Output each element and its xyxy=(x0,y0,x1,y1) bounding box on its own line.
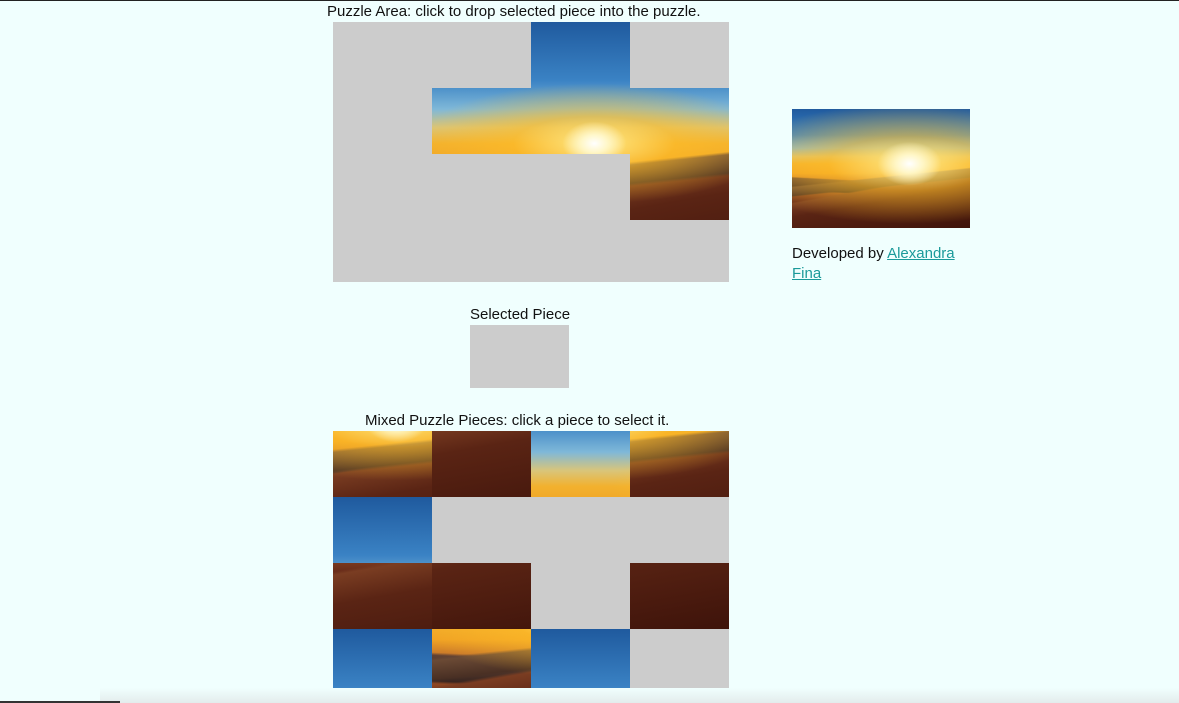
puzzle-cell[interactable] xyxy=(432,154,531,220)
puzzle-cell[interactable] xyxy=(630,220,729,282)
empty-tray-slot xyxy=(531,497,630,563)
puzzle-area[interactable] xyxy=(333,22,729,282)
puzzle-cell[interactable] xyxy=(531,154,630,220)
puzzle-cell[interactable] xyxy=(333,154,432,220)
mixed-piece[interactable] xyxy=(432,563,531,629)
puzzle-cell[interactable] xyxy=(531,220,630,282)
puzzle-cell[interactable] xyxy=(531,88,630,154)
empty-tray-slot xyxy=(630,629,729,695)
credit-prefix: Developed by xyxy=(792,245,888,262)
selected-piece-slot[interactable] xyxy=(470,325,569,388)
puzzle-cell[interactable] xyxy=(630,88,729,154)
puzzle-cell[interactable] xyxy=(630,22,729,88)
puzzle-cell[interactable] xyxy=(531,22,630,88)
mixed-piece[interactable] xyxy=(333,431,432,497)
empty-tray-slot xyxy=(531,563,630,629)
puzzle-cell[interactable] xyxy=(630,154,729,220)
mixed-pieces-label: Mixed Puzzle Pieces: click a piece to se… xyxy=(365,412,670,429)
mixed-piece[interactable] xyxy=(630,431,729,497)
puzzle-cell[interactable] xyxy=(333,88,432,154)
mixed-pieces-tray xyxy=(333,431,729,695)
puzzle-cell[interactable] xyxy=(333,22,432,88)
mixed-piece[interactable] xyxy=(333,629,432,695)
empty-tray-slot xyxy=(432,497,531,563)
selected-piece-label: Selected Piece xyxy=(470,306,571,323)
puzzle-cell[interactable] xyxy=(333,220,432,282)
mixed-piece[interactable] xyxy=(333,563,432,629)
mixed-piece[interactable] xyxy=(432,629,531,695)
mixed-piece[interactable] xyxy=(630,563,729,629)
credit: Developed by Alexandra Fina xyxy=(792,244,982,284)
mixed-piece[interactable] xyxy=(531,629,630,695)
bottom-shadow xyxy=(100,688,1179,703)
top-border xyxy=(0,0,1179,1)
puzzle-cell[interactable] xyxy=(432,22,531,88)
puzzle-cell[interactable] xyxy=(432,88,531,154)
puzzle-cell[interactable] xyxy=(432,220,531,282)
puzzle-area-label: Puzzle Area: click to drop selected piec… xyxy=(327,3,701,20)
reference-image xyxy=(792,109,970,228)
mixed-piece[interactable] xyxy=(531,431,630,497)
empty-tray-slot xyxy=(630,497,729,563)
mixed-piece[interactable] xyxy=(432,431,531,497)
mixed-piece[interactable] xyxy=(333,497,432,563)
